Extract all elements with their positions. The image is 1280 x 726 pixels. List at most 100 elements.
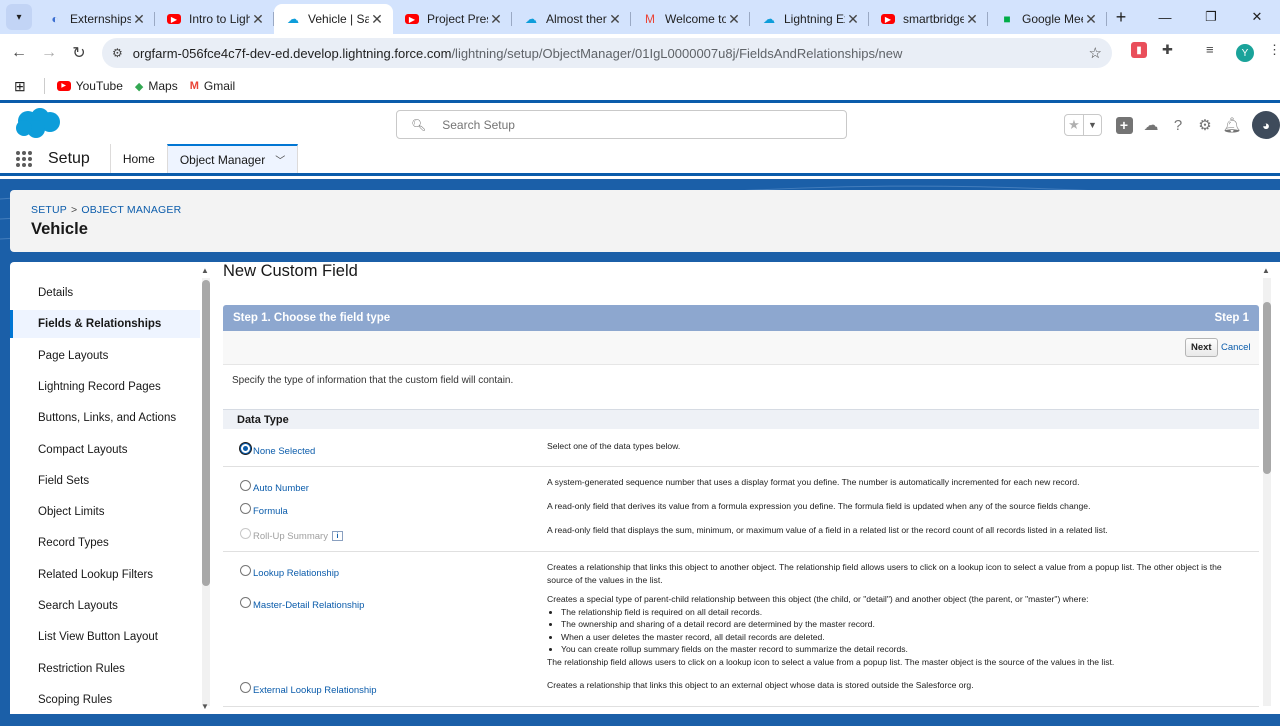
- cancel-link[interactable]: Cancel: [1221, 342, 1251, 353]
- favorites-dropdown-icon[interactable]: ▼: [1083, 115, 1101, 135]
- tab-close-icon[interactable]: ✕: [250, 11, 266, 28]
- favorites-control[interactable]: ★ ▼: [1064, 114, 1102, 136]
- salesforce-logo-icon[interactable]: [14, 107, 62, 139]
- radio-none-selected[interactable]: [240, 443, 251, 454]
- browser-menu-icon[interactable]: ⋮: [1268, 42, 1280, 58]
- radio-roll-up-summary: [240, 528, 251, 539]
- sidebar-item[interactable]: Lightning Record Pages: [10, 373, 200, 401]
- sidebar-item[interactable]: Record Types: [10, 529, 200, 557]
- tab-close-icon[interactable]: ✕: [726, 11, 742, 28]
- app-launcher-icon[interactable]: [0, 144, 48, 173]
- option-none-selected[interactable]: None Selected: [253, 446, 315, 457]
- bookmark-item[interactable]: ◆ Maps: [135, 79, 178, 93]
- tab-close-icon[interactable]: ✕: [845, 11, 861, 28]
- browser-tab[interactable]: ▶ Intro to Lightn✕: [155, 4, 274, 34]
- url-text[interactable]: orgfarm-056fce4c7f-dev-ed.develop.lightn…: [133, 46, 1089, 61]
- nav-home[interactable]: Home: [111, 144, 167, 173]
- option-auto-number[interactable]: Auto Number: [253, 483, 309, 494]
- media-queue-icon[interactable]: ≡: [1206, 42, 1214, 57]
- tab-close-icon[interactable]: ✕: [964, 11, 980, 28]
- browser-tab[interactable]: ☁ Lightning Exp✕: [750, 4, 869, 34]
- browser-tab[interactable]: ■ Google Meet✕: [988, 4, 1107, 34]
- user-avatar-icon[interactable]: ◕: [1252, 111, 1280, 139]
- browser-tab[interactable]: ▶ Project Presen✕: [393, 4, 512, 34]
- sidebar-item[interactable]: Scoping Rules: [10, 686, 200, 714]
- reload-icon[interactable]: ↻: [64, 43, 94, 63]
- tab-search-button[interactable]: ▾: [6, 4, 32, 30]
- address-bar[interactable]: ⚙ orgfarm-056fce4c7f-dev-ed.develop.ligh…: [102, 38, 1112, 68]
- tab-close-icon[interactable]: ✕: [131, 11, 147, 28]
- help-icon[interactable]: ?: [1166, 113, 1190, 137]
- breadcrumb-object-manager[interactable]: OBJECT MANAGER: [81, 204, 181, 216]
- radio-lookup-relationship[interactable]: [240, 565, 251, 576]
- browser-tab[interactable]: ◐ Externships |✕: [36, 4, 155, 34]
- profile-avatar[interactable]: Y: [1236, 44, 1254, 62]
- sidebar-item[interactable]: Compact Layouts: [10, 436, 200, 464]
- option-formula[interactable]: Formula: [253, 506, 288, 517]
- tab-list: ◐Externships |✕▶Intro to Lightn✕☁Vehicle…: [36, 0, 1107, 34]
- header-utility-icons: ★ ▼ + ☁ ? ⚙ 🔔︎ ◕: [1064, 111, 1280, 139]
- sidebar-item[interactable]: Related Lookup Filters: [10, 561, 200, 589]
- browser-tab[interactable]: ☁ Almost there!✕: [512, 4, 631, 34]
- close-window-icon[interactable]: ✕: [1234, 0, 1280, 34]
- trailhead-guidance-icon[interactable]: ☁: [1139, 113, 1163, 137]
- back-icon[interactable]: ←: [4, 44, 34, 62]
- site-info-icon[interactable]: ⚙: [112, 46, 123, 60]
- sidebar-item[interactable]: Fields & Relationships: [10, 310, 200, 339]
- sidebar-item[interactable]: Restriction Rules: [10, 655, 200, 683]
- sidebar-item[interactable]: List View Button Layout: [10, 623, 200, 651]
- notifications-bell-icon[interactable]: 🔔︎: [1220, 113, 1244, 137]
- radio-master-detail-relationship[interactable]: [240, 597, 251, 608]
- new-tab-button[interactable]: +: [1107, 7, 1135, 28]
- bookmark-star-icon[interactable]: ☆: [1089, 44, 1102, 62]
- sidebar-item[interactable]: Field Sets: [10, 467, 200, 495]
- sidebar-item[interactable]: Search Layouts: [10, 592, 200, 620]
- tab-close-icon[interactable]: ✕: [488, 11, 504, 28]
- browser-tab[interactable]: M Welcome to S✕: [631, 4, 750, 34]
- breadcrumb-setup[interactable]: SETUP: [31, 204, 67, 216]
- extension-icon[interactable]: ▮: [1131, 42, 1147, 58]
- sidebar-item[interactable]: Buttons, Links, and Actions: [10, 404, 200, 432]
- apps-grid-icon[interactable]: ⊞: [14, 78, 26, 95]
- row-separator: [223, 466, 1259, 467]
- setup-search-box[interactable]: 🔍︎ Search Setup: [396, 110, 847, 139]
- sidebar-item[interactable]: Details: [10, 279, 200, 307]
- favorite-star-icon[interactable]: ★: [1065, 115, 1083, 135]
- forward-icon[interactable]: →: [34, 44, 64, 62]
- content-scrollbar[interactable]: ▲: [1262, 262, 1272, 714]
- instructions-text: Specify the type of information that the…: [232, 375, 514, 386]
- sidebar-scroll-down-icon[interactable]: ▼: [200, 702, 210, 711]
- master-detail-bullet-list: The relationship field is required on al…: [547, 606, 1237, 656]
- option-external-lookup-relationship[interactable]: External Lookup Relationship: [253, 685, 377, 696]
- sidebar-scrollbar[interactable]: [202, 278, 210, 706]
- extensions-puzzle-icon[interactable]: ✚: [1162, 42, 1173, 58]
- nav-object-manager[interactable]: Object Manager ﹀: [166, 144, 299, 173]
- browser-tab[interactable]: ☁ Vehicle | Sales✕: [274, 4, 393, 34]
- bookmark-item[interactable]: ▶ YouTube: [56, 79, 123, 93]
- content-scroll-up-icon[interactable]: ▲: [1261, 266, 1271, 275]
- tab-close-icon[interactable]: ✕: [607, 11, 623, 28]
- restore-icon[interactable]: ❐: [1188, 0, 1234, 34]
- chevron-down-icon[interactable]: ﹀: [275, 152, 285, 167]
- sidebar-item[interactable]: Page Layouts: [10, 342, 200, 370]
- minimize-icon[interactable]: —: [1142, 0, 1188, 34]
- setup-gear-icon[interactable]: ⚙: [1193, 113, 1217, 137]
- browser-tab[interactable]: ▶ smartbridge_✕: [869, 4, 988, 34]
- content-scroll-track[interactable]: [1263, 278, 1271, 706]
- tab-close-icon[interactable]: ✕: [369, 11, 385, 28]
- next-button[interactable]: Next: [1185, 338, 1218, 357]
- desc-master-detail-outro: The relationship field allows users to c…: [547, 656, 1115, 667]
- info-icon[interactable]: i: [331, 531, 343, 541]
- option-master-detail-relationship[interactable]: Master-Detail Relationship: [253, 600, 364, 611]
- sidebar-scroll-thumb[interactable]: [202, 280, 210, 586]
- radio-external-lookup-relationship[interactable]: [240, 682, 251, 693]
- tab-close-icon[interactable]: ✕: [1083, 11, 1099, 28]
- sidebar-item[interactable]: Object Limits: [10, 498, 200, 526]
- radio-formula[interactable]: [240, 503, 251, 514]
- bookmark-item[interactable]: M Gmail: [190, 79, 236, 93]
- sidebar-scroll-up-icon[interactable]: ▲: [200, 266, 210, 275]
- global-actions-icon[interactable]: +: [1112, 113, 1136, 137]
- radio-auto-number[interactable]: [240, 480, 251, 491]
- option-lookup-relationship[interactable]: Lookup Relationship: [253, 568, 339, 579]
- content-scroll-thumb[interactable]: [1263, 302, 1271, 474]
